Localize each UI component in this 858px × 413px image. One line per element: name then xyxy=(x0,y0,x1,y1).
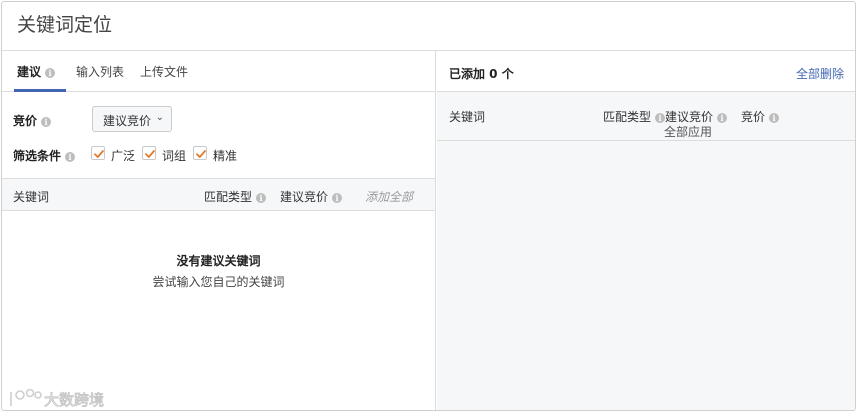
added-header: 已添加 0 个 全部删除 xyxy=(437,51,855,92)
column-suggested-bid-label: 建议竞价 xyxy=(665,110,714,124)
filter-label-group: 筛选条件 i xyxy=(13,147,76,164)
filter-broad-label: 广泛 xyxy=(111,149,136,163)
apply-all-link[interactable]: 全部应用 xyxy=(664,123,712,140)
title-bar: 关键词定位 xyxy=(2,2,855,51)
column-match-type: 匹配类型 i xyxy=(204,188,267,205)
empty-state: 没有建议关键词 尝试输入您自己的关键词 xyxy=(2,252,435,290)
column-suggested-bid: 建议竞价 i xyxy=(280,188,343,205)
column-match-type-label: 匹配类型 xyxy=(603,110,652,124)
filter-phrase-label: 词组 xyxy=(162,149,187,163)
empty-state-title: 没有建议关键词 xyxy=(176,254,261,268)
bid-label-group: 竞价 i xyxy=(13,112,52,129)
added-table-body xyxy=(437,141,855,410)
suggestions-table-header: 关键词 匹配类型 i 建议竞价 i 添加全部 xyxy=(2,178,435,211)
info-icon[interactable]: i xyxy=(717,112,728,123)
filter-label: 筛选条件 xyxy=(13,149,62,163)
tab-bar: 建议 i 输入列表 上传文件 xyxy=(2,51,435,92)
added-table-header: 关键词 匹配类型 i 建议竞价 i 全部应用 竞价 i xyxy=(437,92,855,141)
tab-upload-file[interactable]: 上传文件 xyxy=(140,63,188,92)
column-match-type: 匹配类型 i xyxy=(603,108,666,125)
tab-suggested-label: 建议 xyxy=(17,65,42,79)
info-icon[interactable]: i xyxy=(256,192,267,203)
bid-type-select[interactable]: 建议竞价 ⌄ xyxy=(92,106,172,132)
keyword-targeting-panel: 关键词定位 建议i 输入列表 上传文件 竞价i 建议竞价 ⌄ 筛选条件i xyxy=(1,1,856,411)
column-bid: 竞价 i xyxy=(741,108,780,125)
added-count: 已添加 0 个 xyxy=(449,67,514,81)
chevron-down-icon: ⌄ xyxy=(155,112,164,123)
page-title: 关键词定位 xyxy=(17,14,113,36)
info-icon[interactable]: i xyxy=(655,112,666,123)
info-icon[interactable]: i xyxy=(41,116,52,127)
bid-row: 竞价 i 建议竞价 ⌄ xyxy=(13,106,413,132)
added-keywords-panel: 已添加 0 个 全部删除 关键词 匹配类型 i 建议竞价 i 全部应用 竞价 i xyxy=(437,51,855,410)
column-keyword: 关键词 xyxy=(13,190,50,204)
add-all-link[interactable]: 添加全部 xyxy=(365,188,413,205)
column-keyword: 关键词 xyxy=(449,110,486,124)
suggestions-panel: 建议 i 输入列表 上传文件 竞价 i 建议竞价 ⌄ 筛选条件 i 广泛 词组 … xyxy=(2,51,436,410)
column-bid-label: 竞价 xyxy=(741,110,766,124)
bid-type-value: 建议竞价 xyxy=(103,114,152,128)
filter-row: 筛选条件 i 广泛 词组 精准 xyxy=(13,146,423,166)
info-icon[interactable]: i xyxy=(45,67,56,78)
checkbox-checked-icon xyxy=(142,146,156,160)
tab-suggested[interactable]: 建议 i xyxy=(14,63,66,92)
delete-all-link[interactable]: 全部删除 xyxy=(796,65,844,82)
watermark-text: 大数跨境 xyxy=(44,391,104,409)
checkbox-checked-icon xyxy=(193,146,207,160)
column-suggested-bid-label: 建议竞价 xyxy=(280,190,329,204)
checkbox-checked-icon xyxy=(91,146,105,160)
info-icon[interactable]: i xyxy=(332,192,343,203)
column-match-type-label: 匹配类型 xyxy=(204,190,253,204)
bid-label: 竞价 xyxy=(13,114,38,128)
filter-exact-label: 精准 xyxy=(213,149,238,163)
watermark-logo: 大数跨境 xyxy=(8,386,118,409)
info-icon[interactable]: i xyxy=(65,151,76,162)
empty-state-subtitle: 尝试输入您自己的关键词 xyxy=(152,275,285,289)
info-icon[interactable]: i xyxy=(769,112,780,123)
tab-enter-list[interactable]: 输入列表 xyxy=(76,63,124,92)
